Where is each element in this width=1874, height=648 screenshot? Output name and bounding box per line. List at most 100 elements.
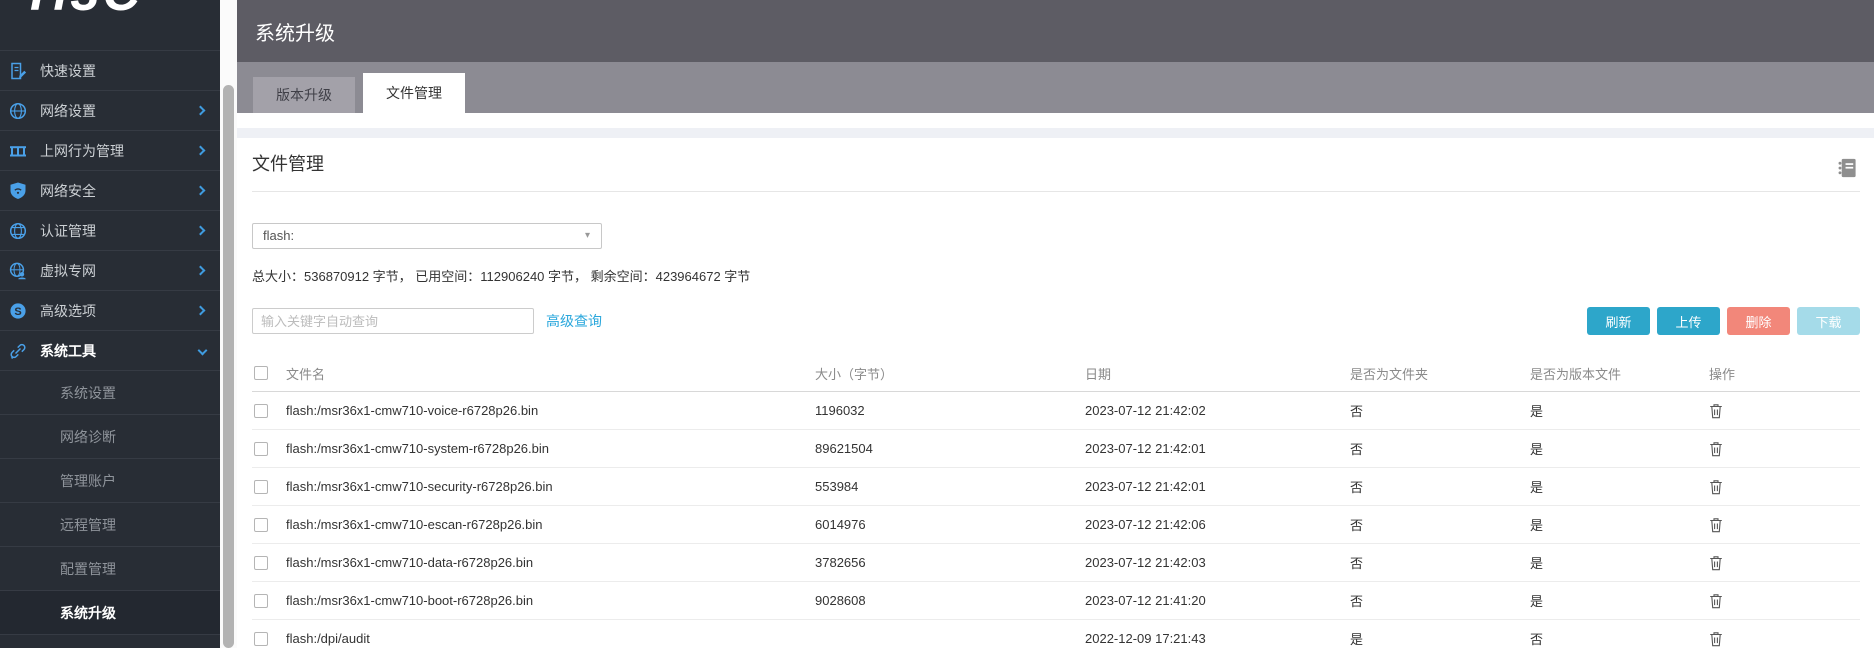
sidebar-item-label: 虚拟专网 xyxy=(40,262,96,279)
advanced-query-link[interactable]: 高级查询 xyxy=(546,311,602,331)
file-date-cell: 2023-07-12 21:42:01 xyxy=(1085,441,1206,456)
sidebar: H3C 快速设置网络设置上网行为管理网络安全认证管理虚拟专网高级选项系统工具系统… xyxy=(0,0,220,648)
file-size-cell: 6014976 xyxy=(815,517,866,532)
tab-file-management[interactable]: 文件管理 xyxy=(363,73,465,113)
file-table: 文件名 大小（字节） 日期 是否为文件夹 是否为版本文件 操作 flash:/msr36x… xyxy=(252,355,1860,648)
file-size-cell: 3782656 xyxy=(815,555,866,570)
sidebar-item-admin-accounts[interactable]: 管理账户 xyxy=(0,459,220,503)
file-name-cell: flash:/msr36x1-cmw710-security-r6728p26.… xyxy=(286,479,553,494)
table-row: flash:/msr36x1-cmw710-escan-r6728p26.bin… xyxy=(252,506,1860,544)
select-all-checkbox[interactable] xyxy=(254,366,268,380)
sidebar-item-system-tools[interactable]: 系统工具 xyxy=(0,331,220,371)
row-actions-cell xyxy=(1705,403,1860,419)
column-header: 操作 xyxy=(1709,366,1736,382)
app-window: H3C 快速设置网络设置上网行为管理网络安全认证管理虚拟专网高级选项系统工具系统… xyxy=(0,0,1874,648)
delete-file-trash-icon[interactable] xyxy=(1709,555,1723,571)
file-name-cell: flash:/msr36x1-cmw710-system-r6728p26.bi… xyxy=(286,441,549,456)
chevron-right-icon xyxy=(195,185,206,196)
is-version-file-cell: 是 xyxy=(1530,556,1544,571)
delete-file-trash-icon[interactable] xyxy=(1709,631,1723,647)
page-title: 系统升级 xyxy=(255,22,335,45)
is-folder-cell: 是 xyxy=(1350,632,1364,647)
row-actions-cell xyxy=(1705,441,1860,457)
row-checkbox-cell xyxy=(252,517,286,532)
row-checkbox[interactable] xyxy=(254,441,268,456)
globe2-icon xyxy=(8,221,28,241)
is-folder-cell: 否 xyxy=(1350,480,1364,495)
sidebar-item-config-management[interactable]: 配置管理 xyxy=(0,547,220,591)
file-date-cell: 2023-07-12 21:42:02 xyxy=(1085,403,1206,418)
row-checkbox-cell xyxy=(252,631,286,646)
delete-file-trash-icon[interactable] xyxy=(1709,517,1723,533)
file-management-panel: 文件管理 flash: ▾ 总大小：536870912 字节， 已用空间：112… xyxy=(237,138,1874,648)
is-folder-cell: 否 xyxy=(1350,518,1364,533)
sidebar-item-label: 快速设置 xyxy=(40,62,96,79)
sidebar-item-label: 网络诊断 xyxy=(60,428,116,445)
is-folder-cell: 否 xyxy=(1350,556,1364,571)
row-checkbox[interactable] xyxy=(254,631,268,646)
toolbar: 高级查询 刷新上传删除下载 xyxy=(252,307,1860,335)
chevron-right-icon xyxy=(195,265,206,276)
is-version-file-cell: 是 xyxy=(1530,442,1544,457)
search-input[interactable] xyxy=(252,308,534,334)
download-button[interactable]: 下载 xyxy=(1797,307,1860,335)
sidebar-item-system-upgrade[interactable]: 系统升级 xyxy=(0,591,220,635)
delete-file-trash-icon[interactable] xyxy=(1709,593,1723,609)
table-row: flash:/msr36x1-cmw710-voice-r6728p26.bin… xyxy=(252,392,1860,430)
sidebar-item-vpn[interactable]: 虚拟专网 xyxy=(0,251,220,291)
sidebar-item-network-security[interactable]: 网络安全 xyxy=(0,171,220,211)
row-checkbox[interactable] xyxy=(254,517,268,532)
panel-title: 文件管理 xyxy=(252,154,324,174)
sidebar-item-network-settings[interactable]: 网络设置 xyxy=(0,91,220,131)
delete-button[interactable]: 删除 xyxy=(1727,307,1790,335)
upload-button[interactable]: 上传 xyxy=(1657,307,1720,335)
storage-medium-select[interactable]: flash: ▾ xyxy=(252,223,602,249)
select-caret-icon: ▾ xyxy=(584,230,590,241)
sidebar-item-advanced-options[interactable]: 高级选项 xyxy=(0,291,220,331)
file-date-cell: 2023-07-12 21:42:06 xyxy=(1085,517,1206,532)
scrollbar-thumb[interactable] xyxy=(223,85,234,648)
sidebar-item-label: 网络设置 xyxy=(40,102,96,119)
sidebar-item-auth-management[interactable]: 认证管理 xyxy=(0,211,220,251)
row-actions-cell xyxy=(1705,631,1860,647)
delete-file-trash-icon[interactable] xyxy=(1709,479,1723,495)
row-checkbox[interactable] xyxy=(254,593,268,608)
storage-medium-value: flash: xyxy=(263,228,295,243)
sidebar-item-label: 上网行为管理 xyxy=(40,142,124,159)
sidebar-item-quick-setup[interactable]: 快速设置 xyxy=(0,51,220,91)
sidebar-item-label: 远程管理 xyxy=(60,516,116,533)
sidebar-item-system-settings[interactable]: 系统设置 xyxy=(0,371,220,415)
table-row: flash:/dpi/audit 2022-12-09 17:21:43 是 否 xyxy=(252,620,1860,648)
button-group: 刷新 上传 删除 下载 xyxy=(1580,307,1860,335)
table-row: flash:/msr36x1-cmw710-system-r6728p26.bi… xyxy=(252,430,1860,468)
column-header: 是否为版本文件 xyxy=(1530,366,1622,382)
row-actions-cell xyxy=(1705,555,1860,571)
is-version-file-cell: 是 xyxy=(1530,518,1544,533)
chevron-right-icon xyxy=(195,145,206,156)
table-header-row: 文件名 大小（字节） 日期 是否为文件夹 是否为版本文件 操作 xyxy=(252,355,1860,392)
row-checkbox[interactable] xyxy=(254,555,268,570)
sidebar-item-label: 系统工具 xyxy=(40,342,96,359)
table-row: flash:/msr36x1-cmw710-security-r6728p26.… xyxy=(252,468,1860,506)
file-size-cell: 553984 xyxy=(815,479,859,494)
file-name-cell: flash:/msr36x1-cmw710-data-r6728p26.bin xyxy=(286,555,534,570)
storage-info: 总大小：536870912 字节， 已用空间：112906240 字节， 剩余空… xyxy=(252,269,751,284)
row-checkbox-cell xyxy=(252,555,286,570)
sidebar-item-remote-management[interactable]: 远程管理 xyxy=(0,503,220,547)
sidebar-item-behavior-management[interactable]: 上网行为管理 xyxy=(0,131,220,171)
tab-version-upgrade[interactable]: 版本升级 xyxy=(253,77,355,113)
notebook-log-icon[interactable] xyxy=(1835,156,1858,180)
page-header: 系统升级 xyxy=(237,0,1874,62)
row-actions-cell xyxy=(1705,479,1860,495)
delete-file-trash-icon[interactable] xyxy=(1709,403,1723,419)
sidebar-item-network-diagnosis[interactable]: 网络诊断 xyxy=(0,415,220,459)
is-folder-cell: 否 xyxy=(1350,442,1364,457)
chevron-right-icon xyxy=(195,225,206,236)
row-checkbox[interactable] xyxy=(254,479,268,494)
delete-file-trash-icon[interactable] xyxy=(1709,441,1723,457)
globe-user-icon xyxy=(8,261,28,281)
row-checkbox[interactable] xyxy=(254,403,268,418)
is-version-file-cell: 是 xyxy=(1530,480,1544,495)
main-area: 系统升级 版本升级 文件管理 文件管理 flash: ▾ 总大小：53687091… xyxy=(237,0,1874,648)
refresh-button[interactable]: 刷新 xyxy=(1587,307,1650,335)
